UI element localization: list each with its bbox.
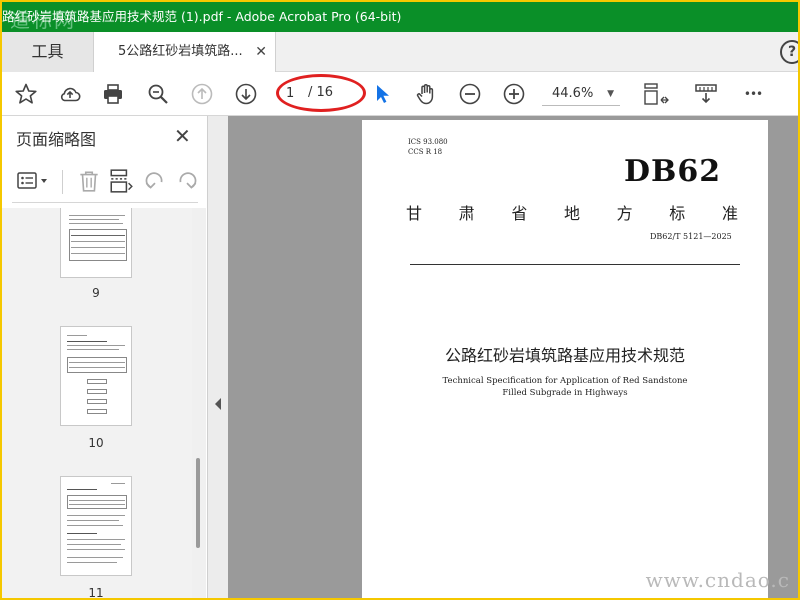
province-char: 甘 <box>406 204 423 223</box>
thumbnail-scrollbar[interactable] <box>192 208 206 598</box>
page-up-icon[interactable] <box>188 80 216 108</box>
province-char: 标 <box>669 204 686 223</box>
page-thumbnail-9[interactable] <box>60 208 132 278</box>
hand-icon[interactable] <box>412 80 440 108</box>
document-title-en-line1: Technical Specification for Application … <box>442 376 688 386</box>
panel-close-icon[interactable]: ✕ <box>174 124 191 148</box>
print-icon[interactable] <box>99 80 127 108</box>
fit-page-icon[interactable] <box>638 80 674 108</box>
province-char: 省 <box>511 204 528 223</box>
thumbnail-label: 9 <box>92 286 100 300</box>
standard-code: DB62/T 5121—2025 <box>650 232 732 241</box>
thumbnail-list: 9 10 11 <box>2 208 192 598</box>
document-title-en-line2: Filled Subgrade in Highways <box>502 388 628 398</box>
thumbnail-label: 10 <box>88 436 104 450</box>
province-char: 方 <box>616 204 633 223</box>
ics-code: ICS 93.080 <box>408 138 448 146</box>
collapse-arrow-icon[interactable] <box>215 398 221 410</box>
undo-icon[interactable] <box>142 168 168 194</box>
title-bar: 道标网 路红砂岩填筑路基应用技术规范 (1).pdf - Adobe Acrob… <box>2 2 798 32</box>
page-down-icon[interactable] <box>232 80 260 108</box>
insert-page-icon[interactable] <box>108 168 134 194</box>
db-mark: DB62 <box>624 154 722 189</box>
province-char: 准 <box>721 204 738 223</box>
tab-tools[interactable]: 工具 <box>2 32 94 72</box>
chevron-down-icon: ▼ <box>607 89 614 99</box>
zoom-search-icon[interactable] <box>144 80 172 108</box>
tab-close-icon[interactable]: ✕ <box>255 32 267 72</box>
page-number-highlight <box>276 74 366 112</box>
document-page: ICS 93.080 CCS R 18 DB62 甘 肃 省 地 方 标 准 D… <box>362 120 768 598</box>
cloud-upload-icon[interactable] <box>56 80 84 108</box>
province-standard-line: 甘 肃 省 地 方 标 准 <box>406 200 738 224</box>
more-icon[interactable]: ••• <box>738 80 768 108</box>
page-thumbnail-11[interactable] <box>60 476 132 576</box>
tab-document[interactable]: 5公路红砂岩填筑路... ✕ <box>94 32 276 73</box>
toolbar: / 16 44.6% ▼ ••• <box>2 72 798 116</box>
province-char: 肃 <box>458 204 475 223</box>
redo-icon[interactable] <box>174 168 200 194</box>
header-rule <box>410 264 740 265</box>
select-arrow-icon[interactable] <box>368 80 396 108</box>
panel-toolbar <box>2 164 208 200</box>
zoom-value: 44.6% <box>552 86 594 101</box>
ccs-code: CCS R 18 <box>408 148 443 156</box>
panel-tool-separator <box>62 170 63 194</box>
site-watermark: www.cndao.c <box>645 568 790 592</box>
document-viewport[interactable]: ICS 93.080 CCS R 18 DB62 甘 肃 省 地 方 标 准 D… <box>228 116 798 598</box>
scrollbar-thumb[interactable] <box>196 458 200 548</box>
tab-bar: 工具 5公路红砂岩填筑路... ✕ ? <box>2 32 798 73</box>
thumbnail-label: 11 <box>88 586 104 598</box>
panel-title: 页面缩略图 <box>16 130 97 149</box>
thumbnail-options-icon[interactable] <box>16 168 52 194</box>
thumbnails-panel: 页面缩略图 ✕ 9 10 11 <box>2 116 208 598</box>
scrolling-mode-icon[interactable] <box>692 80 720 108</box>
document-title-cn: 公路红砂岩填筑路基应用技术规范 <box>444 346 685 365</box>
province-char: 地 <box>563 204 580 223</box>
document-scrollbar[interactable] <box>768 116 798 598</box>
star-icon[interactable] <box>12 80 40 108</box>
delete-icon[interactable] <box>76 168 102 194</box>
zoom-out-icon[interactable] <box>456 80 484 108</box>
tab-document-label: 5公路红砂岩填筑路... <box>118 44 243 59</box>
panel-collapse-strip[interactable] <box>208 116 228 598</box>
panel-divider <box>12 202 198 203</box>
window-title: 路红砂岩填筑路基应用技术规范 (1).pdf - Adobe Acrobat P… <box>2 9 402 24</box>
zoom-dropdown[interactable]: 44.6% ▼ <box>542 82 620 106</box>
help-icon[interactable]: ? <box>780 40 798 64</box>
zoom-in-icon[interactable] <box>500 80 528 108</box>
app-window: 道标网 路红砂岩填筑路基应用技术规范 (1).pdf - Adobe Acrob… <box>2 2 798 598</box>
page-thumbnail-10[interactable] <box>60 326 132 426</box>
